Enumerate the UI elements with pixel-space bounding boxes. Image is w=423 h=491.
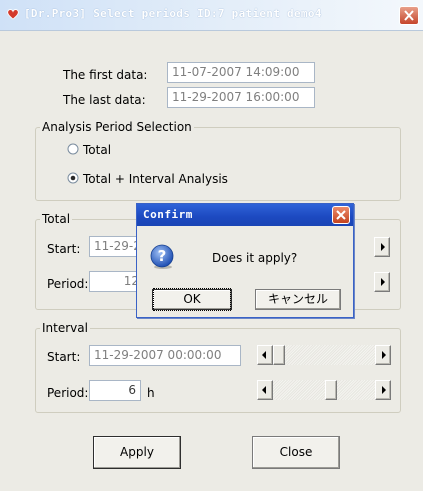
apply-button-label: Apply xyxy=(120,445,154,459)
ok-button-label: OK xyxy=(153,288,231,311)
cancel-button[interactable]: キャンセル xyxy=(255,289,341,310)
cancel-button-label: キャンセル xyxy=(267,292,328,306)
select-periods-window: [Dr.Pro3] Select periods ID:7 patient de… xyxy=(0,0,423,491)
apply-button[interactable]: Apply xyxy=(93,436,181,469)
interval-period-slider[interactable] xyxy=(257,380,391,400)
total-start-scroll-right[interactable] xyxy=(374,237,390,257)
interval-period-label: Period: xyxy=(47,386,89,400)
interval-legend: Interval xyxy=(40,321,90,335)
interval-start-scroll-left[interactable] xyxy=(257,345,273,365)
last-data-label: The last data: xyxy=(63,93,146,107)
analysis-period-group xyxy=(35,127,401,201)
confirm-title-bar[interactable]: Confirm xyxy=(137,204,353,226)
close-button-label: Close xyxy=(279,445,313,459)
interval-period-field[interactable]: 6 xyxy=(89,380,141,401)
confirm-close-button[interactable] xyxy=(332,206,350,224)
svg-text:?: ? xyxy=(158,247,167,265)
close-button[interactable]: Close xyxy=(252,436,340,469)
interval-start-scroll-right[interactable] xyxy=(375,345,391,365)
total-legend: Total xyxy=(40,212,73,226)
total-period-label: Period: xyxy=(47,277,89,291)
first-data-label: The first data: xyxy=(63,68,148,82)
interval-start-slider[interactable] xyxy=(257,345,391,365)
confirm-dialog: Confirm ? Does it apply? OK キャンセル xyxy=(136,203,354,318)
last-data-field: 11-29-2007 16:00:00 xyxy=(167,87,315,108)
question-icon: ? xyxy=(150,244,174,269)
interval-start-field: 11-29-2007 00:00:00 xyxy=(89,345,241,366)
confirm-message: Does it apply? xyxy=(212,251,298,265)
interval-period-scroll-left[interactable] xyxy=(257,380,273,400)
window-close-button[interactable] xyxy=(399,6,419,25)
confirm-title: Confirm xyxy=(143,208,193,221)
radio-total-interval[interactable] xyxy=(67,172,79,184)
ok-button[interactable]: OK xyxy=(152,288,232,311)
total-period-scroll-right[interactable] xyxy=(374,272,390,292)
heart-app-icon xyxy=(7,9,19,20)
radio-total-interval-label[interactable]: Total + Interval Analysis xyxy=(83,172,228,186)
interval-period-scroll-right[interactable] xyxy=(375,380,391,400)
close-icon xyxy=(336,210,346,220)
window-title: [Dr.Pro3] Select periods ID:7 patient de… xyxy=(24,7,322,20)
interval-period-unit: h xyxy=(147,386,155,400)
radio-total[interactable] xyxy=(67,143,79,155)
interval-start-label: Start: xyxy=(47,350,81,364)
first-data-field: 11-07-2007 14:09:00 xyxy=(167,62,315,83)
close-icon xyxy=(404,10,414,21)
interval-period-thumb[interactable] xyxy=(325,380,337,400)
analysis-period-legend: Analysis Period Selection xyxy=(40,120,194,134)
total-start-label: Start: xyxy=(47,242,81,256)
radio-total-label[interactable]: Total xyxy=(83,143,111,157)
interval-start-thumb[interactable] xyxy=(273,345,285,365)
title-bar[interactable]: [Dr.Pro3] Select periods ID:7 patient de… xyxy=(0,0,423,31)
